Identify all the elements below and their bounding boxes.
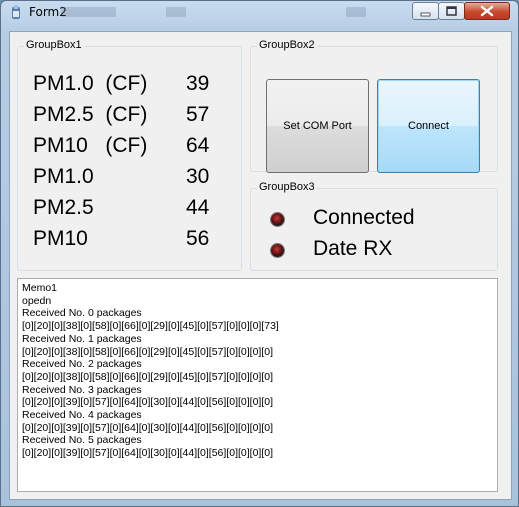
pm-row: PM2.5 (CF) 57	[18, 103, 248, 133]
connect-button[interactable]: Connect	[377, 79, 480, 173]
memo-line: [0][20][0][39][0][57][0][64][0][30][0][4…	[22, 421, 274, 434]
pm-value: 44	[186, 196, 210, 219]
memo-line: Received No. 1 packages	[22, 332, 142, 345]
titlebar-blur	[346, 7, 366, 17]
maximize-icon	[446, 6, 457, 16]
pm-row: PM2.5 44	[18, 196, 248, 226]
pm-value: 64	[186, 134, 210, 157]
memo-line: Received No. 4 packages	[22, 409, 142, 422]
titlebar-blur	[166, 7, 186, 17]
minimize-button[interactable]	[412, 2, 439, 20]
pm-row: PM1.0 (CF) 39	[18, 72, 248, 102]
minimize-icon	[420, 12, 431, 17]
led-icon	[271, 244, 284, 257]
close-button[interactable]	[464, 2, 510, 20]
pm-value: 57	[186, 103, 210, 126]
set-com-port-button[interactable]: Set COM Port	[266, 79, 369, 173]
pm-value: 56	[186, 227, 210, 250]
title-bar[interactable]: Form2	[1, 1, 518, 25]
maximize-button[interactable]	[438, 2, 465, 20]
connected-indicator: Connected	[251, 205, 491, 235]
pm-label: PM10	[33, 227, 88, 250]
memo-line: Received No. 3 packages	[22, 383, 142, 396]
close-icon	[480, 5, 494, 17]
memo-textarea[interactable]: Memo1 opedn Received No. 0 packages [0][…	[17, 278, 498, 492]
pm-row: PM10 (CF) 64	[18, 134, 248, 164]
indicator-label: Date RX	[313, 237, 393, 260]
memo-line: Received No. 0 packages	[22, 307, 142, 320]
memo-line: [0][20][0][38][0][58][0][66][0][29][0][4…	[22, 345, 274, 358]
form2-window: Form2 GroupBox1 PM1.0 (CF) 39 PM2.5 (CF)…	[0, 0, 519, 507]
pm-row: PM10 56	[18, 227, 248, 257]
led-icon	[271, 213, 284, 226]
pm-label: PM2.5 (CF)	[33, 103, 148, 126]
pm-value: 30	[186, 165, 210, 188]
pm-label: PM2.5	[33, 196, 94, 219]
groupbox3-title: GroupBox3	[257, 181, 317, 193]
indicator-label: Connected	[313, 206, 415, 229]
titlebar-blur	[61, 7, 116, 17]
memo-line: [0][20][0][38][0][58][0][66][0][29][0][4…	[22, 320, 279, 333]
groupbox1: GroupBox1 PM1.0 (CF) 39 PM2.5 (CF) 57 PM…	[17, 39, 242, 271]
pm-label: PM1.0 (CF)	[33, 72, 148, 95]
memo-line: Received No. 2 packages	[22, 358, 142, 371]
memo-line: [0][20][0][38][0][58][0][66][0][29][0][4…	[22, 370, 274, 383]
memo-line: opedn	[22, 294, 52, 307]
memo-line: Received No. 5 packages	[22, 434, 142, 447]
memo-line: Memo1	[22, 282, 58, 294]
pm-row: PM1.0 30	[18, 165, 248, 195]
groupbox3: GroupBox3 Connected Date RX	[250, 181, 498, 271]
groupbox1-title: GroupBox1	[24, 39, 84, 51]
groupbox2: GroupBox2 Set COM Port Connect	[250, 39, 498, 173]
groupbox2-title: GroupBox2	[257, 39, 317, 51]
memo-line: [0][20][0][39][0][57][0][64][0][30][0][4…	[22, 396, 274, 409]
pm-label: PM1.0	[33, 165, 94, 188]
memo-line: [0][20][0][39][0][57][0][64][0][30][0][4…	[22, 447, 274, 460]
form-client-area: GroupBox1 PM1.0 (CF) 39 PM2.5 (CF) 57 PM…	[9, 31, 512, 500]
date-rx-indicator: Date RX	[251, 236, 491, 266]
pm-label: PM10 (CF)	[33, 134, 148, 157]
pm-value: 39	[186, 72, 210, 95]
app-icon	[12, 5, 20, 19]
